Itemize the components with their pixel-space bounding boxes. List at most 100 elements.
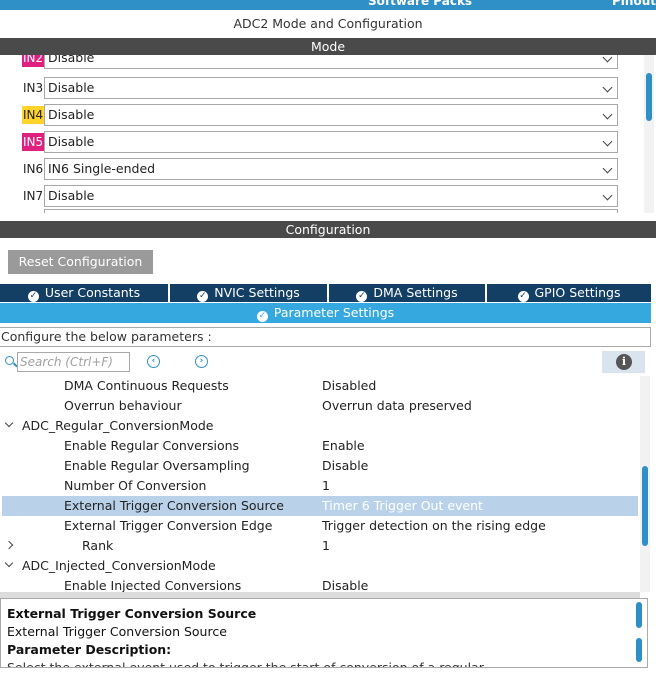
tree-row-name: Enable Regular Conversions — [64, 438, 240, 453]
tree-param-row[interactable]: Rank 1 — [0, 536, 640, 556]
description-scrollbar[interactable] — [634, 600, 644, 666]
tree-row-name: External Trigger Conversion Edge — [64, 518, 273, 533]
mode-select-in8[interactable] — [44, 209, 618, 213]
mode-row-label: IN2 — [22, 55, 45, 67]
tree-row-name: External Trigger Conversion Source — [64, 498, 284, 513]
description-scrollbar-lower[interactable] — [636, 638, 642, 662]
tree-param-row[interactable]: Enable Injected Conversions Disable — [0, 576, 640, 592]
mode-list: IN2 Disable IN3 Disable IN4 Disable IN5 Disable… — [0, 55, 644, 213]
mode-select-in5[interactable]: Disable — [44, 131, 618, 153]
tree-param-row[interactable]: Number Of Conversion 1 — [0, 476, 640, 496]
parameter-tree: DMA Continuous Requests Disabled Overrun b… — [0, 376, 640, 592]
mode-scrollbar[interactable] — [644, 55, 654, 213]
previous-match-icon[interactable]: ‹ — [147, 355, 160, 368]
description-param-heading: Parameter Description: — [7, 642, 172, 657]
mode-row-in3: IN3 Disable — [0, 77, 644, 103]
tree-row-name: ADC_Injected_ConversionMode — [22, 558, 216, 573]
mode-row-in2: IN2 Disable — [0, 55, 644, 73]
mode-select-value: Disable — [48, 134, 95, 149]
tree-param-row[interactable]: DMA Continuous Requests Disabled — [0, 376, 640, 396]
check-icon: ✓ — [517, 291, 529, 302]
mode-select-value: Disable — [48, 80, 95, 95]
tree-row-value: Timer 6 Trigger Out event — [322, 498, 483, 513]
tab-dma-settings[interactable]: ✓ DMA Settings — [329, 284, 485, 302]
tree-row-name: ADC_Regular_ConversionMode — [22, 418, 214, 433]
chevron-down-icon[interactable] — [4, 418, 14, 428]
tab-parameter-settings[interactable]: ✓ Parameter Settings — [0, 303, 651, 323]
tree-row-name: Overrun behaviour — [64, 398, 182, 413]
chevron-right-icon[interactable] — [4, 540, 14, 550]
reset-configuration-button[interactable]: Reset Configuration — [8, 250, 153, 274]
search-icon — [5, 356, 14, 365]
info-button[interactable]: i — [602, 351, 645, 373]
pinout-tab[interactable]: Pinout — [612, 0, 656, 8]
mode-select-value: Disable — [48, 55, 95, 65]
mode-select-in7[interactable]: Disable — [44, 185, 618, 207]
mode-row-in6: IN6 IN6 Single-ended — [0, 158, 644, 184]
tab-user-constants[interactable]: ✓ User Constants — [0, 284, 168, 302]
tree-row-name: Number Of Conversion — [64, 478, 207, 493]
mode-select-in4[interactable]: Disable — [44, 104, 618, 126]
chevron-down-icon[interactable] — [4, 558, 14, 568]
parameter-toolbar: ‹ › i — [0, 350, 645, 374]
search-input[interactable] — [17, 352, 130, 372]
top-tab-strip: Software Packs Pinout — [0, 0, 656, 10]
mode-row-label: IN3 — [23, 81, 44, 95]
tree-row-name: DMA Continuous Requests — [64, 378, 229, 393]
tab-label: DMA Settings — [373, 285, 458, 300]
mode-select-in2[interactable]: Disable — [44, 55, 618, 69]
description-subtitle: External Trigger Conversion Source — [7, 624, 227, 639]
tree-param-row[interactable]: External Trigger Conversion Edge Trigger … — [0, 516, 640, 536]
tree-param-row[interactable]: Overrun behaviour Overrun data preserved — [0, 396, 640, 416]
tab-gpio-settings[interactable]: ✓ GPIO Settings — [487, 284, 651, 302]
tab-label: NVIC Settings — [214, 285, 300, 300]
tree-param-row[interactable]: Enable Regular Oversampling Disable — [0, 456, 640, 476]
mode-section-header: Mode — [0, 38, 656, 55]
tree-row-value: Disable — [322, 578, 369, 592]
mode-scrollbar-thumb[interactable] — [646, 73, 652, 121]
chevron-down-icon — [602, 109, 613, 120]
tree-row-value: 1 — [322, 478, 330, 493]
tab-label: User Constants — [44, 285, 141, 300]
mode-select-in6[interactable]: IN6 Single-ended — [44, 158, 618, 180]
parameter-description: External Trigger Conversion Source Exter… — [0, 598, 648, 668]
mode-select-value: Disable — [48, 188, 95, 203]
description-scrollbar-thumb[interactable] — [636, 602, 642, 628]
config-hint: Configure the below parameters : — [0, 327, 651, 347]
tab-nvic-settings[interactable]: ✓ NVIC Settings — [170, 284, 327, 302]
tree-group-row[interactable]: ADC_Regular_ConversionMode — [0, 416, 640, 436]
mode-select-value: IN6 Single-ended — [48, 161, 156, 176]
parameter-scrollbar-thumb[interactable] — [642, 466, 648, 546]
configuration-section-header: Configuration — [0, 221, 656, 238]
software-packs-tab[interactable]: Software Packs — [368, 0, 472, 8]
parameter-scrollbar[interactable] — [640, 376, 650, 592]
description-title: External Trigger Conversion Source — [7, 606, 257, 621]
tree-row-value: Disable — [322, 458, 369, 473]
chevron-down-icon — [602, 136, 613, 147]
tree-row-name: Enable Regular Oversampling — [64, 458, 250, 473]
check-icon: ✓ — [256, 311, 268, 322]
next-match-icon[interactable]: › — [195, 355, 208, 368]
tree-param-row[interactable]: External Trigger Conversion Source Timer … — [2, 496, 638, 516]
tree-row-value: Disabled — [322, 378, 377, 393]
check-icon: ✓ — [356, 291, 368, 302]
tree-row-value: Trigger detection on the rising edge — [322, 518, 546, 533]
tree-param-row[interactable]: Enable Regular Conversions Enable — [0, 436, 640, 456]
panel-title: ADC2 Mode and Configuration — [233, 16, 423, 31]
tree-row-value: Enable — [322, 438, 365, 453]
tree-row-name: Rank — [82, 538, 114, 553]
tab-label: GPIO Settings — [534, 285, 621, 300]
check-icon: ✓ — [197, 291, 209, 302]
info-icon: i — [616, 354, 632, 370]
mode-select-in3[interactable]: Disable — [44, 77, 618, 99]
tree-group-row[interactable]: ADC_Injected_ConversionMode — [0, 556, 640, 576]
description-text: Select the external event used to trigge… — [7, 660, 484, 668]
mode-row-in7: IN7 Disable — [0, 185, 644, 211]
chevron-down-icon — [602, 82, 613, 93]
chevron-down-icon — [602, 163, 613, 174]
chevron-down-icon — [602, 190, 613, 201]
config-tabs: ✓ User Constants ✓ NVIC Settings ✓ DMA Sett… — [0, 284, 656, 302]
mode-row-in5: IN5 Disable — [0, 131, 644, 157]
mode-row-label: IN6 — [23, 162, 44, 176]
check-icon: ✓ — [27, 291, 39, 302]
